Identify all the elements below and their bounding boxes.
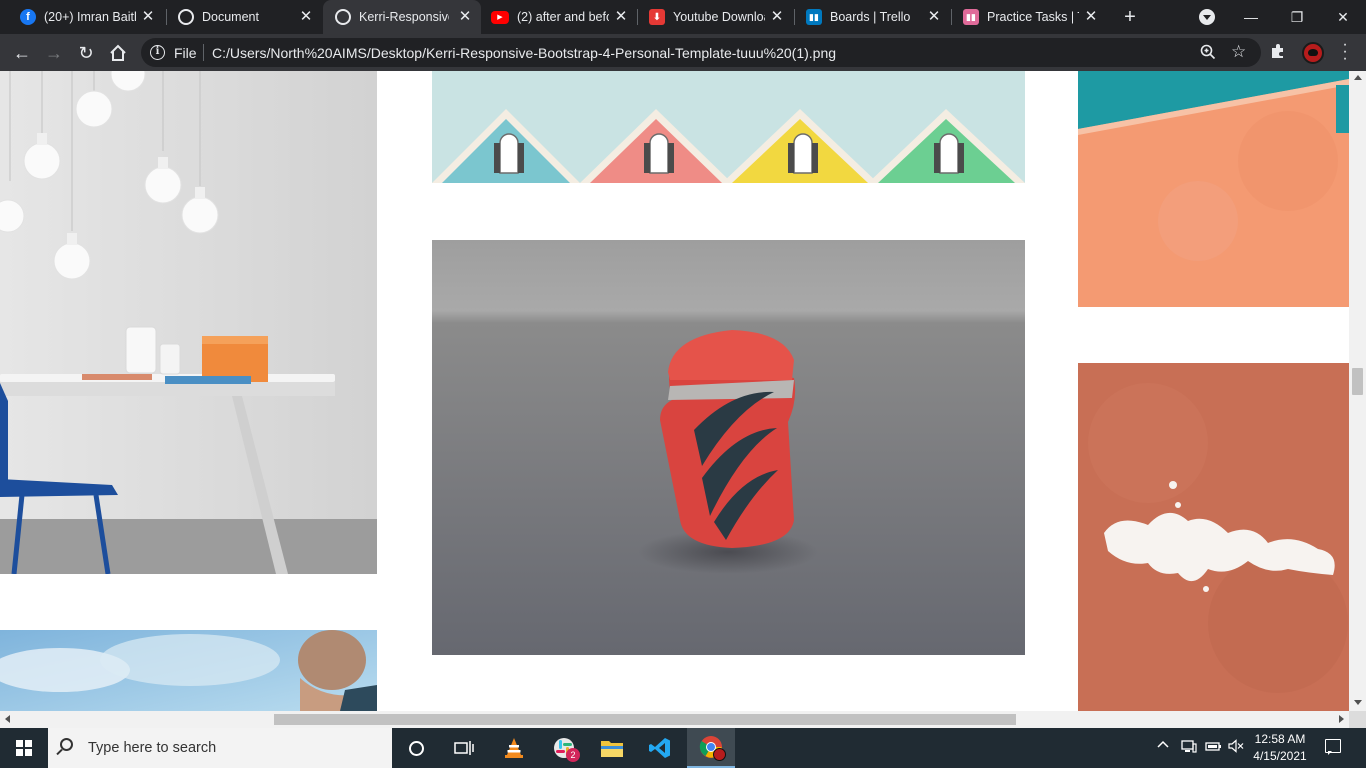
clock-time: 12:58 AM <box>1254 732 1306 746</box>
search-icon <box>60 738 73 751</box>
omnibox-divider <box>203 44 204 61</box>
profile-avatar[interactable] <box>1302 42 1324 64</box>
volume-muted-icon[interactable] <box>1228 739 1244 756</box>
task-view-icon[interactable] <box>440 728 488 768</box>
menu-kebab-icon[interactable]: · · · <box>1340 37 1350 67</box>
horizontal-scroll-thumb[interactable] <box>274 714 1016 725</box>
info-icon[interactable]: i <box>150 45 165 60</box>
page-viewport <box>0 71 1349 711</box>
system-clock[interactable]: 12:58 AM 4/15/2021 <box>1244 731 1316 765</box>
colorful-rooftops-photo <box>432 71 1025 183</box>
tab-strip: f (20+) Imran Baith ✕ Document ✕ Kerri-R… <box>0 0 1366 34</box>
trello-icon: ▮▮ <box>963 9 979 25</box>
extensions-icon[interactable] <box>1270 43 1286 63</box>
tab-search-icon[interactable] <box>1199 9 1215 25</box>
vlc-icon[interactable] <box>490 728 538 768</box>
tab-trello-practice[interactable]: ▮▮ Practice Tasks | Tr ✕ <box>951 0 1107 34</box>
slack-icon[interactable]: 2 <box>540 728 588 768</box>
scroll-down-icon[interactable] <box>1354 700 1362 705</box>
tab-title: Practice Tasks | Tr <box>987 10 1079 24</box>
close-window-button[interactable]: ✕ <box>1320 0 1366 34</box>
back-icon[interactable]: ← <box>8 39 36 67</box>
battery-icon[interactable] <box>1205 739 1222 756</box>
clock-date: 4/15/2021 <box>1253 749 1307 763</box>
url-text[interactable]: C:/Users/North%20AIMS/Desktop/Kerri-Resp… <box>212 45 836 61</box>
windows-icon <box>16 740 32 756</box>
horizontal-scrollbar[interactable] <box>0 711 1349 728</box>
scroll-up-icon[interactable] <box>1354 75 1362 80</box>
tab-youtube-downloader[interactable]: ⬇ Youtube Downloa ✕ <box>637 0 793 34</box>
close-icon[interactable]: ✕ <box>613 9 629 25</box>
start-button[interactable] <box>0 728 48 768</box>
tab-title: Kerri-Responsive- <box>359 10 449 24</box>
action-center-icon[interactable] <box>1325 739 1341 755</box>
facebook-icon: f <box>20 9 36 25</box>
close-icon[interactable]: ✕ <box>1083 9 1099 25</box>
tab-title: Youtube Downloa <box>673 10 765 24</box>
close-icon[interactable]: ✕ <box>926 9 942 25</box>
orange-wall-photo <box>1078 71 1349 307</box>
vscode-icon[interactable] <box>636 728 684 768</box>
vertical-scrollbar[interactable] <box>1349 71 1366 711</box>
zoom-icon[interactable] <box>1200 44 1216 64</box>
tab-title: Boards | Trello <box>830 10 911 24</box>
close-icon[interactable]: ✕ <box>457 9 473 25</box>
new-tab-button[interactable]: + <box>1120 7 1140 27</box>
globe-icon <box>178 9 194 25</box>
tab-title: (2) after and befo <box>517 10 609 24</box>
tab-title: (20+) Imran Baith <box>44 10 136 24</box>
tab-document[interactable]: Document ✕ <box>166 0 322 34</box>
browser-toolbar: ← → ↻ i File C:/Users/North%20AIMS/Deskt… <box>0 34 1366 71</box>
scroll-left-icon[interactable] <box>5 715 10 723</box>
show-hidden-icons-icon[interactable] <box>1157 739 1169 754</box>
forward-icon[interactable]: → <box>40 39 68 67</box>
close-icon[interactable]: ✕ <box>769 9 785 25</box>
minimize-button[interactable]: — <box>1228 0 1274 34</box>
tab-title: Document <box>202 10 259 24</box>
reload-icon[interactable]: ↻ <box>72 39 100 67</box>
scheme-label: File <box>174 45 197 61</box>
download-icon: ⬇ <box>649 9 665 25</box>
vertical-scroll-thumb[interactable] <box>1352 368 1363 395</box>
tab-facebook[interactable]: f (20+) Imran Baith ✕ <box>2 0 164 34</box>
notification-badge: 2 <box>566 748 580 762</box>
network-icon[interactable] <box>1181 739 1197 756</box>
file-explorer-icon[interactable] <box>588 728 636 768</box>
scroll-right-icon[interactable] <box>1339 715 1344 723</box>
chrome-icon[interactable] <box>687 728 735 768</box>
tab-trello-boards[interactable]: ▮▮ Boards | Trello ✕ <box>794 0 950 34</box>
close-icon[interactable]: ✕ <box>140 9 156 25</box>
address-bar[interactable]: i File C:/Users/North%20AIMS/Desktop/Ker… <box>141 38 1261 67</box>
windows-taskbar: Type here to search 2 12:58 AM 4/15/2021 <box>0 728 1366 768</box>
close-icon[interactable]: ✕ <box>298 9 314 25</box>
terracotta-wall-photo <box>1078 363 1349 711</box>
red-lighter-photo <box>432 240 1025 655</box>
search-placeholder: Type here to search <box>88 740 217 756</box>
scrollbar-corner <box>1349 711 1366 728</box>
profile-badge <box>713 748 726 761</box>
trello-icon: ▮▮ <box>806 9 822 25</box>
globe-icon <box>335 9 351 25</box>
maximize-button[interactable]: ❐ <box>1274 0 1320 34</box>
youtube-icon: ▶ <box>491 10 509 24</box>
sky-portrait-photo <box>0 630 377 711</box>
tab-kerri-responsive[interactable]: Kerri-Responsive- ✕ <box>323 0 481 34</box>
tab-youtube[interactable]: ▶ (2) after and befo ✕ <box>481 0 637 34</box>
bookmark-star-icon[interactable]: ☆ <box>1231 42 1246 62</box>
cortana-icon[interactable] <box>392 728 440 768</box>
hanging-bulbs-desk-photo <box>0 71 377 574</box>
taskbar-search-box[interactable]: Type here to search <box>48 728 392 768</box>
home-icon[interactable] <box>104 39 132 67</box>
